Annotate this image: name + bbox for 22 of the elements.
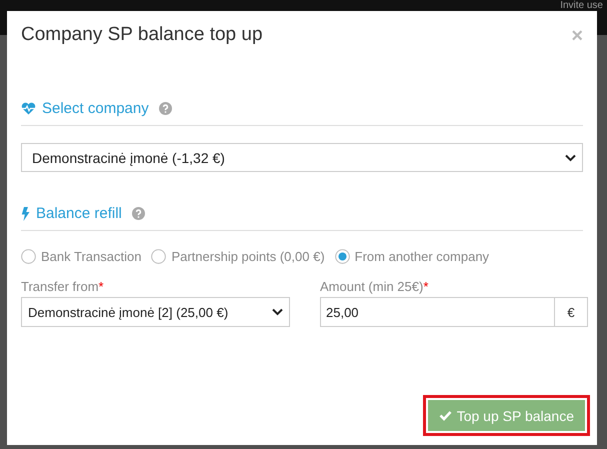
payment-method-radio[interactable]: Partnership points (0,00 €): [151, 249, 325, 264]
section-title: Select company: [42, 100, 149, 117]
payment-method-radio[interactable]: From another company: [334, 249, 490, 264]
lightning-icon: [21, 206, 30, 220]
amount-field[interactable]: 25,00: [320, 297, 555, 327]
close-button[interactable]: ×: [571, 26, 583, 46]
submit-button[interactable]: Top up SP balance: [428, 400, 585, 431]
payment-method-radio[interactable]: Bank Transaction: [21, 249, 142, 264]
help-icon[interactable]: [158, 102, 172, 115]
check-icon: [438, 410, 452, 421]
field-label: Transfer from*: [21, 279, 105, 294]
currency-addon: €: [555, 297, 588, 327]
section-title: Balance refill: [36, 205, 122, 222]
help-icon[interactable]: [132, 207, 145, 220]
company-select[interactable]: Demonstracinė įmonė (-1,32 €): [21, 143, 583, 172]
field-label: Amount (min 25€)*: [320, 279, 430, 294]
modal-title: Company SP balance top up: [21, 24, 263, 46]
invite-users-text: Invite use: [560, 0, 603, 11]
transfer-from-select[interactable]: Demonstracinė įmonė [2] (25,00 €): [21, 297, 290, 327]
chevron-down-icon: [272, 308, 283, 316]
heart-pulse-icon: [21, 102, 36, 115]
chevron-down-icon: [565, 154, 576, 162]
